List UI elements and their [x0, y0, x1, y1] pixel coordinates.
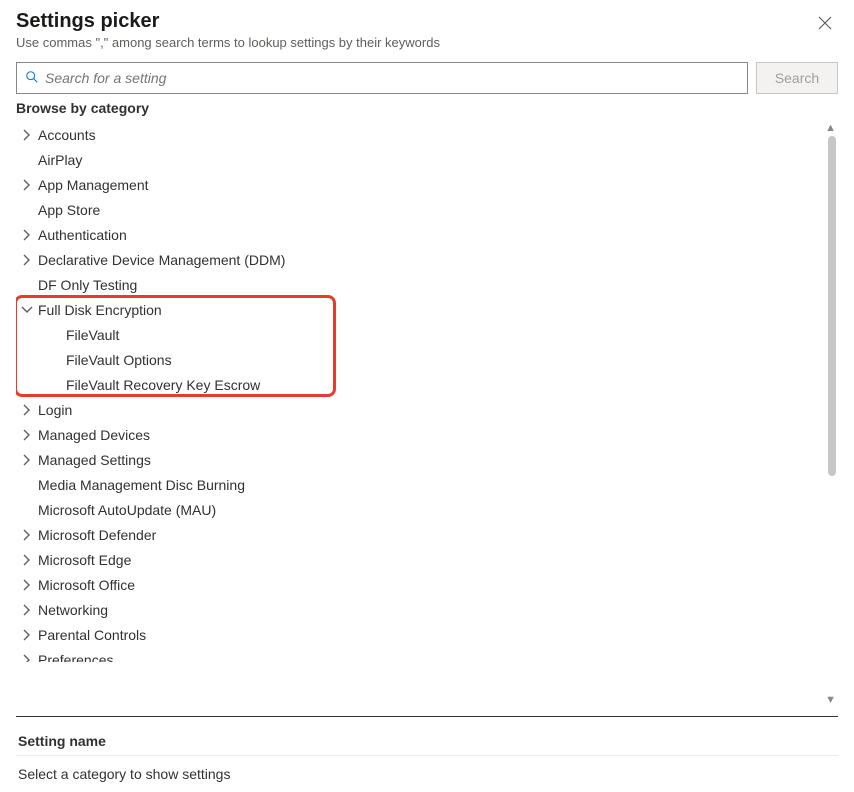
subitem-label: FileVault Options — [66, 352, 172, 368]
category-label: DF Only Testing — [38, 277, 137, 293]
category-label: Media Management Disc Burning — [38, 477, 245, 493]
chevron-right-icon — [20, 253, 34, 267]
panel-subtitle: Use commas "," among search terms to loo… — [16, 35, 440, 50]
chevron-right-icon — [20, 528, 34, 542]
category-item[interactable]: Managed Settings — [16, 447, 818, 472]
subitem-label: FileVault Recovery Key Escrow — [66, 377, 260, 393]
chevron-right-icon — [20, 428, 34, 442]
close-button[interactable] — [812, 12, 838, 39]
scroll-up-arrow-icon[interactable]: ▲ — [825, 122, 836, 134]
settings-empty-message: Select a category to show settings — [16, 756, 838, 792]
category-label: Microsoft Office — [38, 577, 135, 593]
setting-name-column-header: Setting name — [16, 727, 838, 755]
chevron-right-icon — [20, 403, 34, 417]
category-item[interactable]: Managed Devices — [16, 422, 818, 447]
chevron-right-icon — [20, 603, 34, 617]
category-label: Authentication — [38, 227, 127, 243]
category-item[interactable]: App Store — [16, 197, 818, 222]
search-input[interactable] — [39, 70, 739, 86]
category-label: AirPlay — [38, 152, 82, 168]
browse-by-category-label: Browse by category — [16, 100, 838, 116]
chevron-right-icon — [20, 128, 34, 142]
category-item[interactable]: Microsoft AutoUpdate (MAU) — [16, 497, 818, 522]
search-button[interactable]: Search — [756, 62, 838, 94]
category-subitem[interactable]: FileVault — [16, 322, 818, 347]
chevron-right-icon — [20, 578, 34, 592]
close-icon — [818, 17, 832, 34]
category-item[interactable]: Full Disk Encryption — [16, 297, 818, 322]
category-item[interactable]: Media Management Disc Burning — [16, 472, 818, 497]
category-item[interactable]: Networking — [16, 597, 818, 622]
category-label: Managed Settings — [38, 452, 151, 468]
category-label: Accounts — [38, 127, 96, 143]
category-label: Networking — [38, 602, 108, 618]
category-label: Microsoft AutoUpdate (MAU) — [38, 502, 216, 518]
chevron-right-icon — [20, 628, 34, 642]
category-item[interactable]: Parental Controls — [16, 622, 818, 647]
category-subitem[interactable]: FileVault Options — [16, 347, 818, 372]
category-label: Declarative Device Management (DDM) — [38, 252, 285, 268]
subitem-label: FileVault — [66, 327, 119, 343]
category-item[interactable]: Login — [16, 397, 818, 422]
category-label: Preferences — [38, 652, 113, 663]
chevron-right-icon — [20, 228, 34, 242]
scroll-down-arrow-icon[interactable]: ▼ — [825, 694, 836, 706]
category-label: Microsoft Defender — [38, 527, 156, 543]
category-label: App Store — [38, 202, 100, 218]
category-item[interactable]: Declarative Device Management (DDM) — [16, 247, 818, 272]
category-label: Managed Devices — [38, 427, 150, 443]
search-row: Search — [16, 62, 838, 94]
section-divider — [16, 716, 838, 717]
category-label: Full Disk Encryption — [38, 302, 162, 318]
chevron-right-icon — [20, 653, 34, 663]
category-item[interactable]: AirPlay — [16, 147, 818, 172]
category-item[interactable]: Accounts — [16, 122, 818, 147]
panel-header: Settings picker Use commas "," among sea… — [16, 10, 838, 62]
chevron-right-icon — [20, 453, 34, 467]
category-item[interactable]: Authentication — [16, 222, 818, 247]
search-box[interactable] — [16, 62, 748, 94]
category-item[interactable]: Microsoft Defender — [16, 522, 818, 547]
search-icon — [25, 70, 39, 87]
category-label: Parental Controls — [38, 627, 146, 643]
chevron-right-icon — [20, 178, 34, 192]
settings-picker-panel: Settings picker Use commas "," among sea… — [0, 0, 854, 792]
scrollbar-thumb[interactable] — [828, 136, 836, 476]
category-item[interactable]: Microsoft Edge — [16, 547, 818, 572]
category-item[interactable]: DF Only Testing — [16, 272, 818, 297]
category-label: Login — [38, 402, 72, 418]
category-tree-wrapper: Accounts AirPlay App Management App Store Au… — [16, 122, 838, 708]
chevron-right-icon — [20, 553, 34, 567]
category-item[interactable]: Preferences — [16, 647, 818, 662]
panel-title: Settings picker — [16, 10, 440, 33]
chevron-down-icon — [20, 303, 34, 317]
category-tree[interactable]: Accounts AirPlay App Management App Store Au… — [16, 122, 838, 662]
category-item[interactable]: App Management — [16, 172, 818, 197]
category-label: Microsoft Edge — [38, 552, 131, 568]
category-label: App Management — [38, 177, 149, 193]
category-subitem[interactable]: FileVault Recovery Key Escrow — [16, 372, 818, 397]
category-item[interactable]: Microsoft Office — [16, 572, 818, 597]
